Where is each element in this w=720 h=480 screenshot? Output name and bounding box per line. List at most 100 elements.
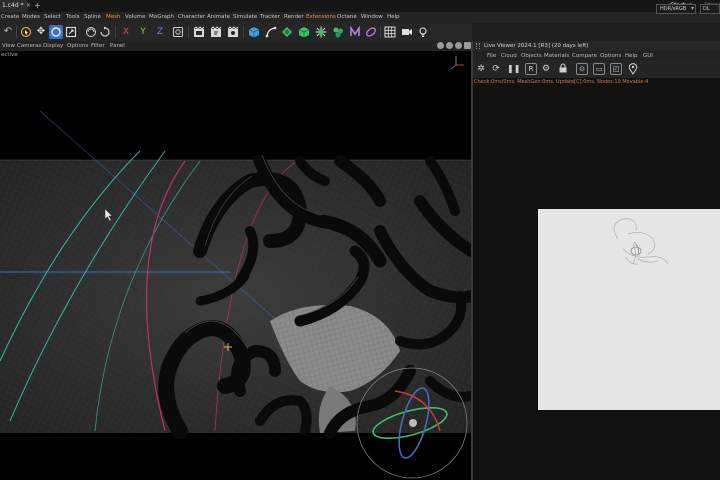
- z-axis-icon[interactable]: Z: [153, 25, 167, 39]
- x-axis-label: X: [122, 27, 130, 37]
- toolbar-separator: [115, 26, 116, 38]
- menu-volume[interactable]: Volume: [125, 12, 145, 23]
- render-queue-icon[interactable]: [226, 25, 240, 39]
- viewport-menu-panel[interactable]: Panel: [110, 41, 125, 51]
- lv-menu-file[interactable]: File: [487, 51, 496, 61]
- toolbar-separator: [380, 26, 381, 38]
- settings-icon[interactable]: ✲: [475, 63, 487, 75]
- menu-create[interactable]: Create: [1, 12, 19, 23]
- document-tab-label: 1.c4d *: [2, 2, 24, 9]
- menu-spline[interactable]: Spline: [84, 12, 101, 23]
- world-coordinates-icon[interactable]: [171, 25, 185, 39]
- scale-icon[interactable]: [64, 25, 78, 39]
- menu-tools[interactable]: Tools: [66, 12, 80, 23]
- cloner-icon[interactable]: [314, 25, 328, 39]
- lv-menu-gui[interactable]: GUI: [643, 51, 653, 61]
- y-axis-icon[interactable]: Y: [136, 25, 150, 39]
- move-view-icon[interactable]: [437, 42, 444, 49]
- subdivision-icon[interactable]: [280, 25, 294, 39]
- menu-select[interactable]: Select: [44, 12, 61, 23]
- pin-icon[interactable]: [627, 63, 639, 75]
- document-tab[interactable]: 1.c4d *: [0, 0, 28, 12]
- toolbar-separator: [243, 26, 244, 38]
- light-icon[interactable]: [416, 25, 430, 39]
- dl-mode-value: DL: [703, 6, 710, 12]
- pen-icon[interactable]: [264, 25, 278, 39]
- toolbar-separator: [16, 26, 17, 38]
- region-icon[interactable]: R: [525, 63, 537, 75]
- z-axis-label: Z: [156, 27, 164, 37]
- toolbar-separator: [188, 26, 189, 38]
- move-icon[interactable]: ✥: [34, 25, 48, 39]
- menu-mograph[interactable]: MoGraph: [149, 12, 174, 23]
- y-axis-label: Y: [140, 27, 146, 37]
- rotate-view-icon[interactable]: [455, 42, 462, 49]
- live-selection-icon[interactable]: [19, 25, 33, 39]
- menu-tracker[interactable]: Tracker: [260, 12, 280, 23]
- rotate-icon[interactable]: [49, 25, 63, 39]
- deformer-icon[interactable]: [348, 25, 362, 39]
- lv-menu-help[interactable]: Help: [625, 51, 638, 61]
- viewport-menu-bar: View Cameras Display Options Filter Pane…: [0, 41, 472, 51]
- close-tab-icon[interactable]: ×: [26, 0, 31, 12]
- focus-icon[interactable]: ⊙: [576, 63, 588, 75]
- menu-character[interactable]: Character: [178, 12, 205, 23]
- lock-icon[interactable]: [557, 63, 569, 75]
- live-viewer-status-bar: Check:0ms/0ms. MeshGen:0ms. Update[C]:0m…: [473, 78, 720, 87]
- live-viewer-title: Live Viewer 2024.1 [R3] (20 days left): [484, 43, 589, 49]
- extrude-icon[interactable]: [297, 25, 311, 39]
- live-viewer-title-bar: Live Viewer 2024.1 [R3] (20 days left): [473, 41, 720, 51]
- lv-menu-objects[interactable]: Objects: [521, 51, 542, 61]
- live-viewer-canvas[interactable]: [473, 87, 720, 480]
- viewport-menu-filter[interactable]: Filter: [91, 41, 105, 51]
- render-status-text: Check:0ms/0ms. MeshGen:0ms. Update[C]:0m…: [474, 79, 649, 85]
- undo-icon[interactable]: ↶: [1, 25, 15, 39]
- zoom-view-icon[interactable]: [446, 42, 453, 49]
- render-settings-icon[interactable]: [209, 25, 223, 39]
- gear-icon[interactable]: ⚙: [540, 63, 552, 75]
- viewport-menu-display[interactable]: Display: [43, 41, 63, 51]
- drag-grip-icon[interactable]: [476, 43, 480, 49]
- tab-bar: 1.c4d * × + Startup Standar: [0, 0, 720, 12]
- viewport-menu-cameras[interactable]: Cameras: [17, 41, 41, 51]
- menu-render[interactable]: Render: [284, 12, 304, 23]
- menu-modes[interactable]: Modes: [22, 12, 40, 23]
- lv-menu-cloud[interactable]: Cloud: [501, 51, 517, 61]
- maximize-view-icon[interactable]: [464, 42, 471, 49]
- refresh-icon[interactable]: ⟳: [490, 63, 502, 75]
- viewport-scene[interactable]: [0, 51, 471, 480]
- x-axis-icon[interactable]: X: [119, 25, 133, 39]
- menu-mesh[interactable]: Mesh: [106, 12, 120, 23]
- main-toolbar: ↶ ✥ X Y Z: [0, 23, 472, 41]
- 3d-viewport[interactable]: ective: [0, 51, 471, 480]
- lv-menu-compare[interactable]: Compare: [572, 51, 597, 61]
- cube-icon[interactable]: [247, 25, 261, 39]
- viewport-menu-options[interactable]: Options: [67, 41, 88, 51]
- spline-icon[interactable]: [364, 25, 378, 39]
- color-mode-value: HDR/sRGB: [660, 6, 687, 12]
- grid-icon[interactable]: [383, 25, 397, 39]
- menu-simulate[interactable]: Simulate: [233, 12, 257, 23]
- lv-menu-materials[interactable]: Materials: [544, 51, 569, 61]
- menu-window[interactable]: Window: [361, 12, 383, 23]
- snapshot-icon[interactable]: ▭: [593, 63, 605, 75]
- coordinate-system-icon[interactable]: [84, 25, 98, 39]
- camera-icon[interactable]: [400, 25, 414, 39]
- menu-extensions[interactable]: Extensions: [306, 12, 336, 23]
- lv-menu-options[interactable]: Options: [600, 51, 621, 61]
- menu-animate[interactable]: Animate: [207, 12, 230, 23]
- pause-icon[interactable]: ❚❚: [507, 63, 520, 75]
- dl-mode-select[interactable]: DL: [700, 4, 720, 14]
- live-viewer-toolbar: ✲ ⟳ ❚❚ R ⚙ ⊙ ▭ ◰: [473, 61, 720, 78]
- color-mode-select[interactable]: HDR/sRGB: [656, 4, 696, 14]
- mograph-icon[interactable]: [331, 25, 345, 39]
- menu-octane[interactable]: Octane: [337, 12, 357, 23]
- viewport-menu-view[interactable]: View: [2, 41, 15, 51]
- menu-help[interactable]: Help: [387, 12, 400, 23]
- render-preview-image: [538, 209, 720, 410]
- axis-indicator-icon: [450, 56, 464, 70]
- render-view-icon[interactable]: [192, 25, 206, 39]
- transform-icon[interactable]: [98, 25, 112, 39]
- add-tab-icon[interactable]: +: [34, 0, 41, 12]
- camera-icon[interactable]: ◰: [610, 63, 622, 75]
